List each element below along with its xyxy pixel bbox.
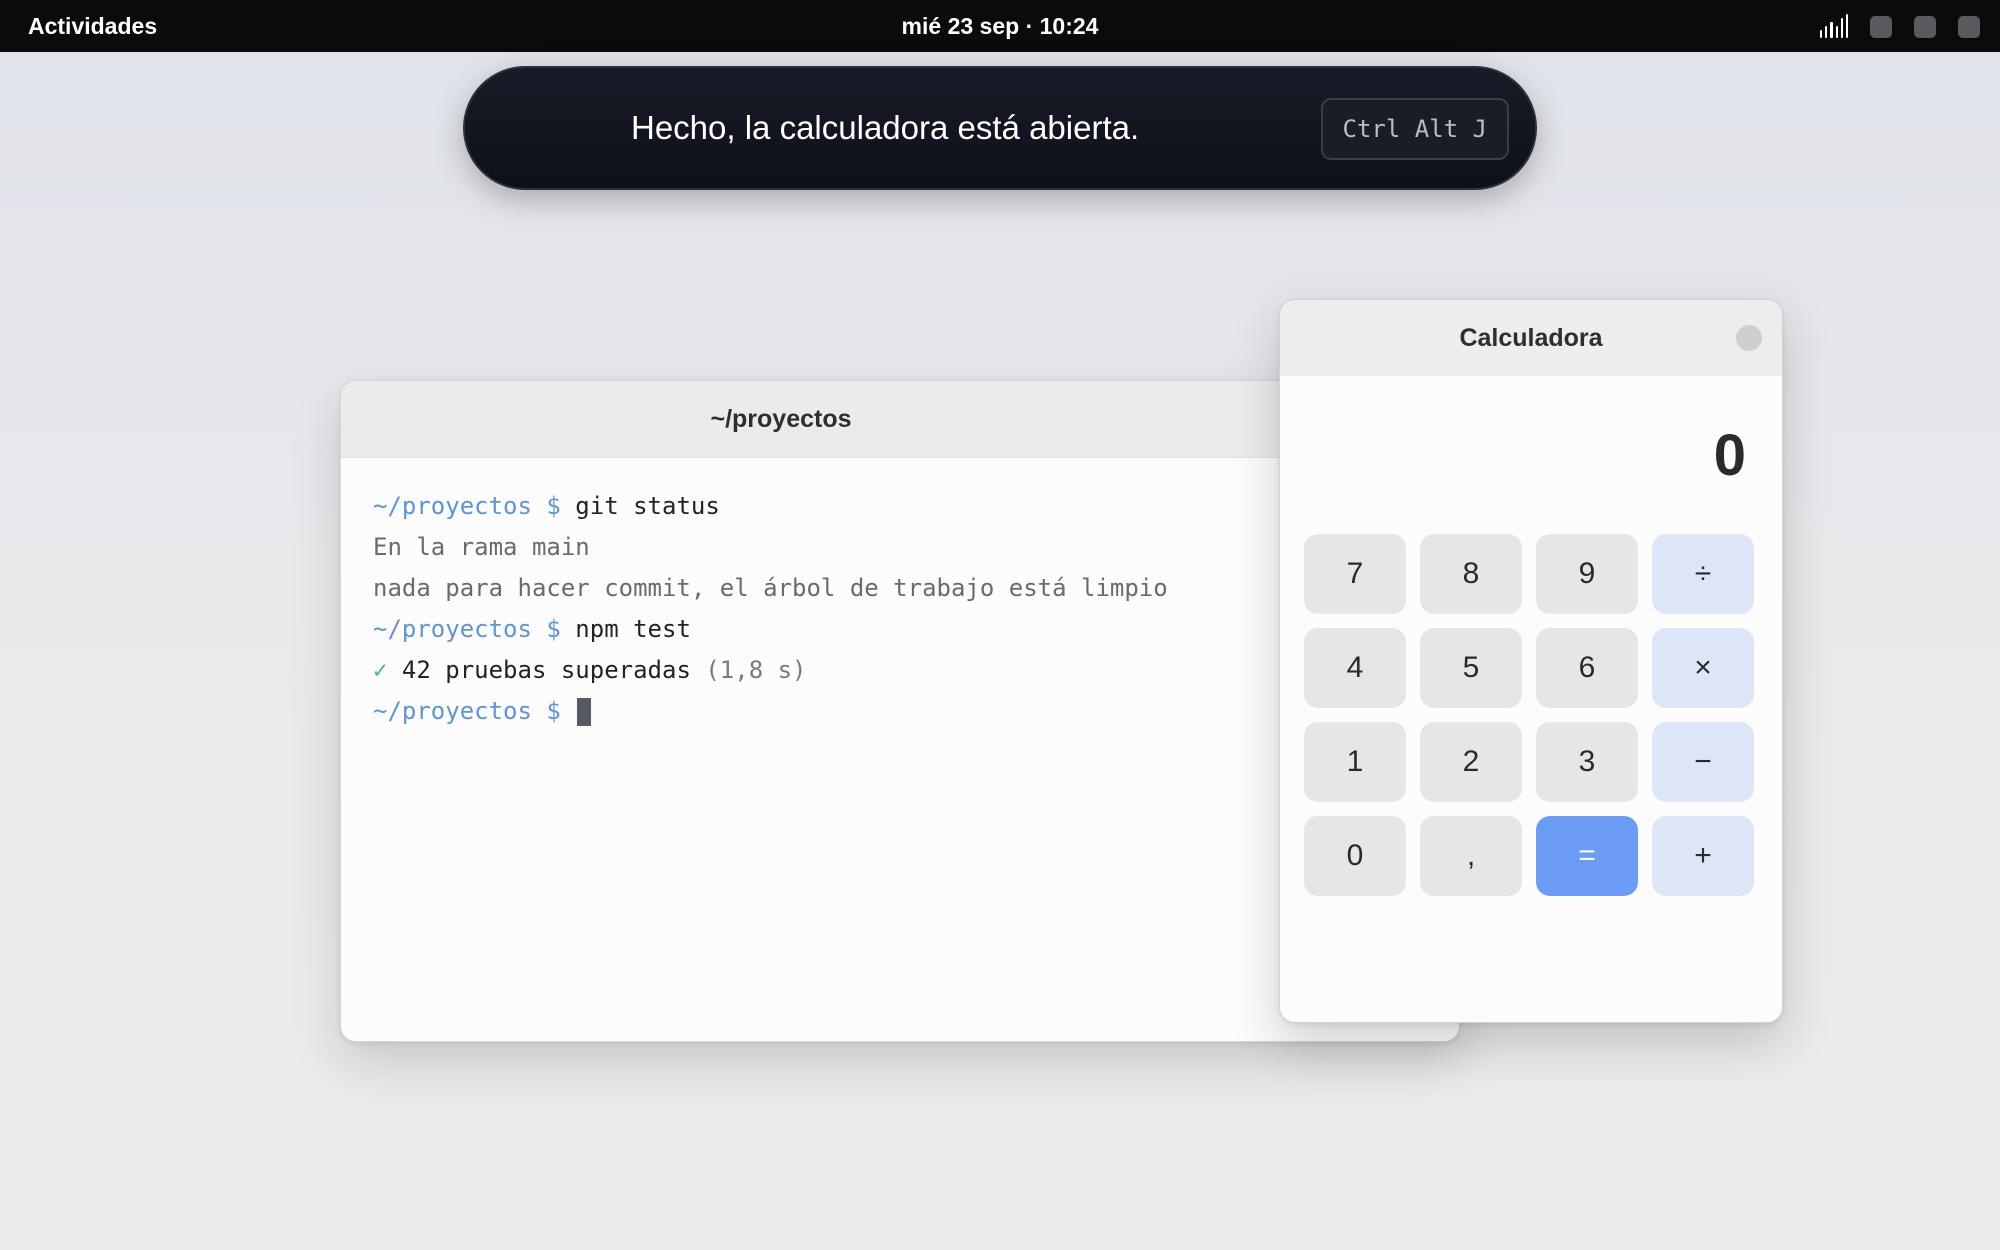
key-6[interactable]: 6 bbox=[1536, 628, 1638, 708]
terminal-line: ~/proyectos $ npm test bbox=[373, 609, 1427, 650]
signal-icon[interactable] bbox=[1820, 14, 1849, 38]
terminal-prompt: ~/proyectos $ bbox=[373, 492, 576, 520]
equals-button[interactable]: = bbox=[1536, 816, 1638, 896]
voice-wave-icon bbox=[511, 106, 595, 154]
close-button[interactable] bbox=[1736, 325, 1762, 351]
terminal-command: git status bbox=[575, 492, 720, 520]
key-3[interactable]: 3 bbox=[1536, 722, 1638, 802]
key-8[interactable]: 8 bbox=[1420, 534, 1522, 614]
terminal-line: ~/proyectos $ bbox=[373, 691, 1427, 732]
system-tray bbox=[1820, 14, 1980, 38]
calculator-display: 0 bbox=[1713, 423, 1746, 488]
divide-button[interactable]: ÷ bbox=[1652, 534, 1754, 614]
add-button[interactable]: + bbox=[1652, 816, 1754, 896]
key-4[interactable]: 4 bbox=[1304, 628, 1406, 708]
key-7[interactable]: 7 bbox=[1304, 534, 1406, 614]
assistant-message: Hecho, la calculadora está abierta. bbox=[631, 109, 1140, 146]
calculator-title: Calculadora bbox=[1459, 324, 1603, 352]
terminal-command: npm test bbox=[575, 615, 691, 643]
keyboard-shortcut-badge: Ctrl Alt J bbox=[1320, 98, 1509, 160]
key-9[interactable]: 9 bbox=[1536, 534, 1638, 614]
calculator-keypad: 7 8 9 ÷ 4 5 6 × 1 2 3 − 0 , = + bbox=[1304, 534, 1754, 896]
key-5[interactable]: 5 bbox=[1420, 628, 1522, 708]
key-1[interactable]: 1 bbox=[1304, 722, 1406, 802]
tray-square-icon[interactable] bbox=[1914, 16, 1936, 38]
subtract-button[interactable]: − bbox=[1652, 722, 1754, 802]
check-icon: ✓ bbox=[373, 656, 402, 684]
top-bar: Actividades mié 23 sep · 10:24 bbox=[0, 0, 2000, 52]
test-duration: (1,8 s) bbox=[690, 656, 807, 684]
clock-area: mié 23 sep · 10:24 bbox=[0, 0, 2000, 52]
tray-square-icon[interactable] bbox=[1958, 16, 1980, 38]
multiply-button[interactable]: × bbox=[1652, 628, 1754, 708]
clock[interactable]: mié 23 sep · 10:24 bbox=[902, 13, 1099, 39]
tray-square-icon[interactable] bbox=[1870, 16, 1892, 38]
activities-button[interactable]: Actividades bbox=[28, 0, 157, 52]
terminal-cursor[interactable] bbox=[577, 698, 592, 726]
terminal-prompt: ~/proyectos $ bbox=[373, 697, 576, 725]
calculator-titlebar[interactable]: Calculadora bbox=[1280, 300, 1782, 376]
terminal-line: En la rama main bbox=[373, 533, 590, 561]
terminal-line: nada para hacer commit, el árbol de trab… bbox=[373, 574, 1168, 602]
terminal-prompt: ~/proyectos $ bbox=[373, 615, 576, 643]
assistant-notification: Hecho, la calculadora está abierta. Ctrl… bbox=[463, 66, 1537, 190]
decimal-button[interactable]: , bbox=[1420, 816, 1522, 896]
terminal-line: ~/proyectos $ git status bbox=[373, 486, 1427, 527]
terminal-line: ✓ 42 pruebas superadas (1,8 s) bbox=[373, 650, 1427, 691]
key-0[interactable]: 0 bbox=[1304, 816, 1406, 896]
test-result: 42 pruebas superadas bbox=[401, 656, 691, 684]
key-2[interactable]: 2 bbox=[1420, 722, 1522, 802]
calculator-window[interactable]: Calculadora 0 7 8 9 ÷ 4 5 6 × 1 2 3 − 0 … bbox=[1279, 299, 1783, 1023]
